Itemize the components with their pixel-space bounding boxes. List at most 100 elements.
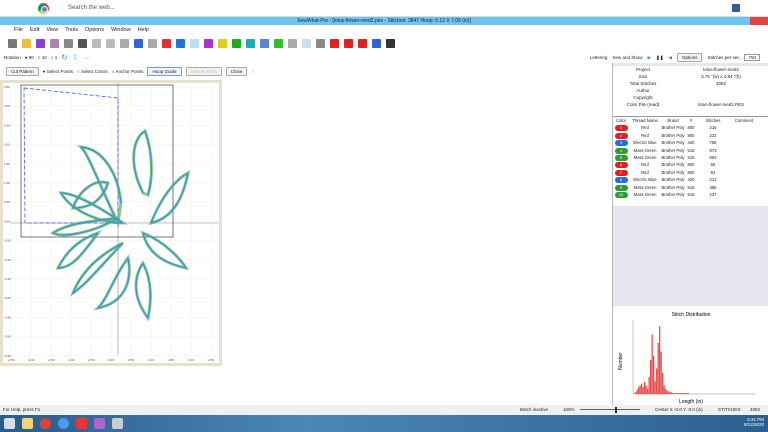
toolbar-icon-24[interactable] <box>330 38 339 48</box>
color-row[interactable]: 3 Electric Blue Brother Poly 420 758 <box>613 139 768 147</box>
toolbar-icon-3[interactable] <box>36 38 45 48</box>
menu-window[interactable]: Window <box>111 27 131 33</box>
toolbar-icon-17[interactable] <box>232 38 241 48</box>
anchor-points-radio[interactable]: ○ Anchor Points <box>112 69 144 74</box>
toolbar-icon-25[interactable] <box>344 38 353 48</box>
color-row[interactable]: 9 Moss Green Brother Poly 515 386 <box>613 184 768 191</box>
options-button[interactable]: Options <box>676 53 703 62</box>
menu-edit[interactable]: Edit <box>30 27 39 33</box>
menu-view[interactable]: View <box>46 27 58 33</box>
search-input[interactable]: Search the web... <box>58 2 748 14</box>
toolbar-icon-5[interactable] <box>64 38 73 48</box>
color-row[interactable]: 5 Moss Green Brother Poly 515 883 <box>613 154 768 161</box>
histogram-bar <box>648 377 650 394</box>
histogram-bar <box>644 382 646 394</box>
file-explorer-icon[interactable] <box>22 418 33 429</box>
toolbar-icon-14[interactable] <box>190 38 199 48</box>
pause-icon[interactable]: ❚❚ <box>656 55 664 61</box>
toolbar-icon-13[interactable] <box>176 38 185 48</box>
chrome-icon[interactable] <box>38 3 49 14</box>
histogram-bar <box>677 393 679 394</box>
menu-options[interactable]: Options <box>85 27 104 33</box>
rotation-10-label: 10 <box>41 55 47 60</box>
start-icon[interactable] <box>4 418 15 429</box>
toolbar-icon-2[interactable] <box>22 38 31 48</box>
histogram-bar <box>647 388 649 394</box>
color-chip[interactable]: 7 <box>614 169 628 176</box>
close-button[interactable]: Close <box>225 66 248 76</box>
toolbar-icon-18[interactable] <box>246 38 255 48</box>
menu-help[interactable]: Help <box>138 27 149 33</box>
toolbar-icon-10[interactable] <box>134 38 143 48</box>
header-cell: Comment <box>734 118 754 123</box>
design-canvas[interactable]: -2.50 -2.00 -1.50 -1.00 -0.50 0.00 0.50 1.00 1.5… <box>0 80 222 366</box>
color-row[interactable]: 8 Electric Blue Brother Poly 420 213 <box>613 176 768 184</box>
toolbar-icon-4[interactable] <box>50 38 59 48</box>
toolbar-icon-28[interactable] <box>386 38 395 48</box>
hoop-guide-button[interactable]: Hoop Guide <box>147 66 182 76</box>
toolbar-icon-21[interactable] <box>288 38 297 48</box>
toolbar-icon-7[interactable] <box>92 38 101 48</box>
play-icon[interactable]: ▶ <box>647 55 650 61</box>
cut-pattern-button[interactable]: Cut Pattern <box>6 66 39 76</box>
color-row[interactable]: 1 Red Brother Poly 800 215 <box>613 124 768 132</box>
toolbar-icon-11[interactable] <box>148 38 157 48</box>
facebook-icon[interactable] <box>732 4 740 12</box>
histogram-bar <box>672 393 674 394</box>
toolbar-icon-22[interactable] <box>302 38 311 48</box>
toolbar-icon-8[interactable] <box>106 38 115 48</box>
color-chip[interactable]: 9 <box>614 184 628 191</box>
rotation-90[interactable]: ● 90 <box>25 55 34 60</box>
toolbar-icon-1[interactable] <box>8 38 17 48</box>
color-chip[interactable]: 8 <box>614 177 628 184</box>
color-chip[interactable]: 1 <box>614 125 628 132</box>
sewwhat-icon[interactable] <box>76 418 87 429</box>
color-chip[interactable]: 3 <box>614 140 628 147</box>
trophy-icon[interactable]: ♆ <box>251 69 254 74</box>
select-points-radio[interactable]: ● Select Points <box>43 69 73 74</box>
zoom-slider[interactable] <box>580 409 640 410</box>
toolbar-icon-20[interactable] <box>274 38 283 48</box>
toolbar-icon-26[interactable] <box>358 38 367 48</box>
color-chip[interactable]: 2 <box>614 132 628 139</box>
calculator-icon[interactable] <box>112 418 123 429</box>
split-at-stitch-button[interactable]: Split at Stitch <box>185 66 222 76</box>
toolbar-icon-19[interactable] <box>260 38 269 48</box>
rotation-10[interactable]: ○ 10 <box>38 55 47 60</box>
color-chip[interactable]: 6 <box>614 162 628 169</box>
toolbar-icon-23[interactable] <box>316 38 325 48</box>
color-chip[interactable]: 5 <box>614 154 628 161</box>
toolbar-icon-12[interactable] <box>162 38 171 48</box>
color-row[interactable]: 6 Red Brother Poly 800 65 <box>613 161 768 169</box>
toolbar-icon-6[interactable] <box>78 38 87 48</box>
color-chip[interactable]: 10 <box>614 191 628 198</box>
color-row[interactable]: 2 Red Brother Poly 800 223 <box>613 132 768 139</box>
toolbar-icon-9[interactable] <box>120 38 129 48</box>
sew-and-show-button[interactable]: Sew and Show <box>612 55 642 60</box>
flip-vertical-icon[interactable]: ⇕ <box>72 53 79 62</box>
rotate-icon[interactable]: ↻ <box>61 53 68 62</box>
stitches-per-sec-input[interactable]: 750 <box>744 54 760 61</box>
paint-icon[interactable] <box>94 418 105 429</box>
toolbar-icon-16[interactable] <box>218 38 227 48</box>
toolbar-icon-27[interactable] <box>372 38 381 48</box>
color-chip[interactable]: 4 <box>614 147 628 154</box>
chrome-taskbar-icon[interactable] <box>40 418 51 429</box>
app-icon[interactable] <box>58 418 69 429</box>
toolbar-icon-15[interactable] <box>204 38 213 48</box>
lettering-button[interactable]: Lettering <box>590 55 608 60</box>
rewind-icon[interactable]: ◀ <box>668 55 671 61</box>
status-bar: For Help, press F1 Batch inactive 100% C… <box>0 405 768 415</box>
close-window-button[interactable] <box>750 17 768 25</box>
menu-tools[interactable]: Tools <box>65 27 78 33</box>
rotation-1[interactable]: ○ 1 <box>51 55 57 60</box>
color-row[interactable]: 10 Moss Green Brother Poly 515 237 <box>613 191 768 198</box>
menu-file[interactable]: File <box>14 27 23 33</box>
design-svg[interactable]: -2.50 -2.00 -1.50 -1.00 -0.50 0.00 0.50 1.00 1.5… <box>3 83 219 363</box>
zoom-slider-thumb[interactable] <box>615 407 617 413</box>
select-colors-radio[interactable]: ○ Select Colors <box>77 69 108 74</box>
color-row[interactable]: 4 Moss Green Brother Poly 515 873 <box>613 147 768 154</box>
color-row[interactable]: 7 Red Brother Poly 800 84 <box>613 169 768 176</box>
flip-horizontal-icon[interactable]: ⇔ <box>83 53 91 62</box>
histogram-bar <box>654 381 656 394</box>
